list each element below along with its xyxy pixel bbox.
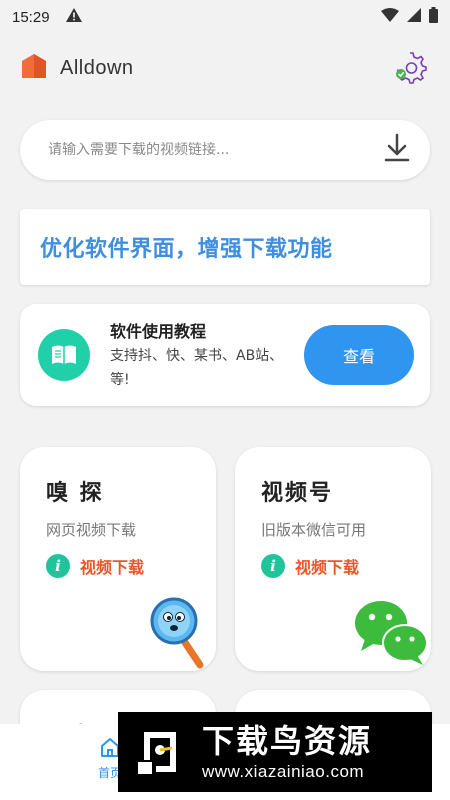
watermark: 下载鸟资源 www.xiazainiao.com [118,712,432,792]
tutorial-title: 软件使用教程 [110,322,207,341]
card-subtitle: 旧版本微信可用 [261,521,367,539]
alldown-logo-icon [20,52,48,84]
card-action-label: 视频下载 [295,558,360,577]
battery-icon [429,7,438,27]
search-box [20,120,430,180]
download-icon [383,133,411,167]
banner-text: 优化软件界面，增强下载功能 [40,237,333,262]
watermark-url: www.xiazainiao.com [202,762,365,781]
gear-icon [392,48,428,88]
tutorial-description: 支持抖、快、某书、AB站、等! [110,348,284,388]
info-icon: i [261,554,285,578]
book-icon [38,329,90,381]
card-action-label: 视频下载 [80,558,145,577]
status-bar: 15:29 [0,0,450,34]
tutorial-text: 软件使用教程 支持抖、快、某书、AB站、等! [110,318,290,392]
tutorial-card: 软件使用教程 支持抖、快、某书、AB站、等! 查看 [20,304,430,406]
download-button[interactable] [380,133,414,167]
view-tutorial-button[interactable]: 查看 [304,325,414,385]
info-icon: i [46,554,70,578]
card-title: 嗅 探 [46,481,104,506]
watermark-title: 下载鸟资源 [202,722,373,760]
card-action[interactable]: i 视频下载 [46,554,216,578]
warning-icon [65,8,82,26]
status-time: 15:29 [12,8,50,26]
sniff-card[interactable]: 嗅 探 网页视频下载 i 视频下载 [20,447,216,671]
card-action[interactable]: i 视频下载 [261,554,431,578]
bird-logo-icon [132,724,188,780]
video-link-input[interactable] [48,142,380,158]
settings-button[interactable] [390,48,430,88]
signal-icon [407,8,421,26]
wechat-channels-card[interactable]: 视频号 旧版本微信可用 i 视频下载 [235,447,431,671]
app-title: Alldown [60,56,134,79]
wechat-icon [353,597,431,671]
wifi-icon [381,8,399,26]
card-subtitle: 网页视频下载 [46,521,137,539]
announcement-banner: 优化软件界面，增强下载功能 [20,209,430,285]
card-title: 视频号 [261,481,334,506]
watermark-text: 下载鸟资源 www.xiazainiao.com [202,722,372,782]
magnifier-mascot-icon [148,595,206,671]
app-header: Alldown [20,48,430,88]
